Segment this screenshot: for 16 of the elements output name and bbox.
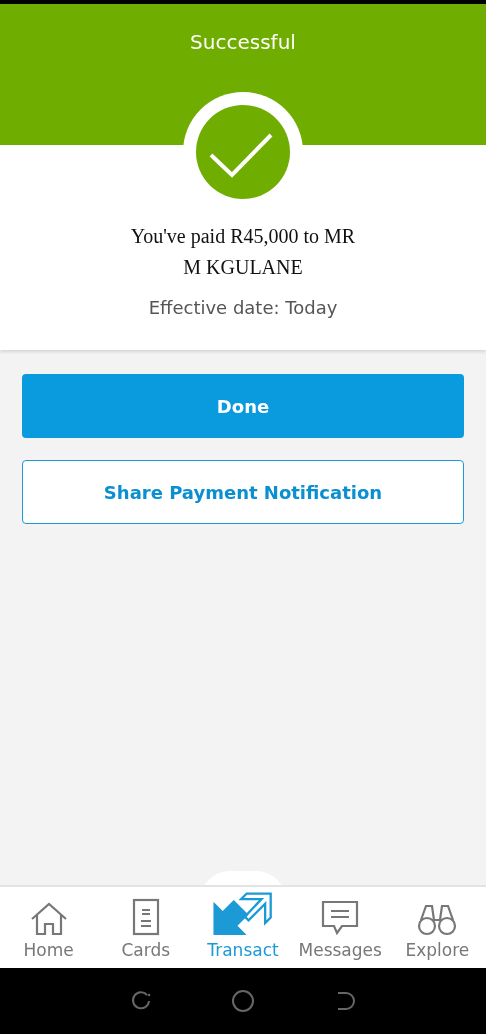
- nav-tab[interactable]: Cards: [97, 887, 195, 968]
- home-icon: [29, 902, 68, 936]
- effective-date: Effective date: Today: [147, 297, 339, 318]
- binoculars-icon: [417, 902, 458, 936]
- nav-tab[interactable]: Explore: [388, 887, 486, 968]
- nav-tab[interactable]: Home: [0, 887, 98, 968]
- document-icon: [131, 898, 160, 936]
- done-button[interactable]: Done: [22, 374, 464, 438]
- payment-message: You've paid R45,000 to MR M KGULANE: [129, 224, 357, 280]
- home-button-icon[interactable]: [231, 989, 255, 1013]
- nav-tab[interactable]: Messages: [291, 887, 389, 968]
- share-button[interactable]: Share Payment Notification: [22, 460, 464, 524]
- check-icon: [196, 105, 290, 199]
- recent-apps-icon[interactable]: [129, 990, 152, 1012]
- message-icon: [321, 900, 360, 936]
- screen-title: Successful: [189, 29, 297, 54]
